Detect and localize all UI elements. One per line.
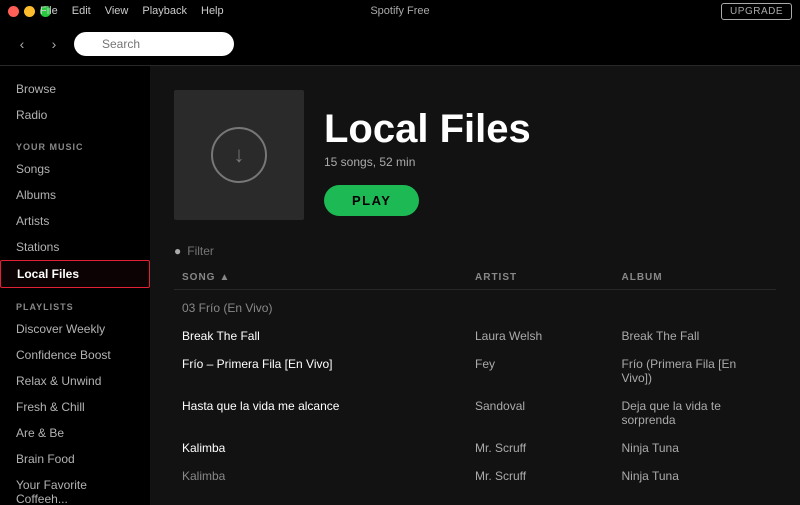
track-header: SONG ▲ ARTIST ALBUM <box>174 266 776 290</box>
search-wrapper: ● <box>74 32 234 56</box>
menu-view[interactable]: View <box>105 5 129 17</box>
song-name: Kalimba <box>182 469 475 483</box>
playlist-title: Local Files <box>324 109 531 149</box>
download-icon: ↓ <box>211 127 267 183</box>
sidebar-item-browse[interactable]: Browse <box>0 76 150 102</box>
album-name: Frío (Primera Fila [En Vivo]) <box>622 357 769 385</box>
song-name: Frío – Primera Fila [En Vivo] <box>182 357 475 385</box>
sidebar-item-fresh-chill[interactable]: Fresh & Chill <box>0 394 150 420</box>
sidebar: Browse Radio YOUR MUSIC Songs Albums Art… <box>0 66 150 505</box>
sidebar-item-artists[interactable]: Artists <box>0 208 150 234</box>
play-button[interactable]: PLAY <box>324 185 419 216</box>
sidebar-item-songs[interactable]: Songs <box>0 156 150 182</box>
filter-input[interactable] <box>187 244 776 258</box>
close-button[interactable] <box>8 6 19 17</box>
song-name: Break The Fall <box>182 329 475 343</box>
track-row[interactable]: Break The Fall Laura Welsh Break The Fal… <box>174 322 776 350</box>
back-button[interactable]: ‹ <box>10 32 34 56</box>
album-name: Deja que la vida te sorprenda <box>622 399 769 427</box>
menu-edit[interactable]: Edit <box>72 5 91 17</box>
album-name: Ninja Tuna <box>622 469 769 483</box>
your-music-label: YOUR MUSIC <box>0 128 150 156</box>
forward-button[interactable]: › <box>42 32 66 56</box>
menu-bar: File Edit View Playback Help <box>40 5 224 17</box>
sidebar-item-are-be[interactable]: Are & Be <box>0 420 150 446</box>
album-name: Ninja Tuna <box>622 441 769 455</box>
artist-name: Fey <box>475 357 622 385</box>
hero-section: ↓ Local Files 15 songs, 52 min PLAY <box>150 66 800 240</box>
upgrade-button[interactable]: UPGRADE <box>721 3 792 20</box>
content-area: ↓ Local Files 15 songs, 52 min PLAY ● SO… <box>150 66 800 505</box>
track-rows: 03 Frío (En Vivo) Break The Fall Laura W… <box>174 294 776 490</box>
track-row[interactable]: Kalimba Mr. Scruff Ninja Tuna <box>174 434 776 462</box>
filter-bar: ● <box>150 240 800 266</box>
album-art: ↓ <box>174 90 304 220</box>
hero-info: Local Files 15 songs, 52 min PLAY <box>324 109 531 220</box>
artist-name <box>475 301 622 315</box>
track-row[interactable]: Frío – Primera Fila [En Vivo] Fey Frío (… <box>174 350 776 392</box>
album-name: Break The Fall <box>622 329 769 343</box>
search-input[interactable] <box>74 32 234 56</box>
artist-name: Sandoval <box>475 399 622 427</box>
playlists-label: PLAYLISTS <box>0 288 150 316</box>
filter-icon: ● <box>174 244 181 258</box>
sidebar-item-brain-food[interactable]: Brain Food <box>0 446 150 472</box>
song-name: Hasta que la vida me alcance <box>182 399 475 427</box>
column-song: SONG ▲ <box>182 272 475 283</box>
menu-file[interactable]: File <box>40 5 58 17</box>
track-row[interactable]: Hasta que la vida me alcance Sandoval De… <box>174 392 776 434</box>
main-layout: Browse Radio YOUR MUSIC Songs Albums Art… <box>0 66 800 505</box>
sidebar-item-relax-unwind[interactable]: Relax & Unwind <box>0 368 150 394</box>
sidebar-item-stations[interactable]: Stations <box>0 234 150 260</box>
sidebar-item-coffeeh[interactable]: Your Favorite Coffeeh... <box>0 472 150 505</box>
artist-name: Laura Welsh <box>475 329 622 343</box>
artist-name: Mr. Scruff <box>475 441 622 455</box>
sort-arrow-icon: ▲ <box>219 272 230 283</box>
column-album: ALBUM <box>622 272 769 283</box>
titlebar: File Edit View Playback Help Spotify Fre… <box>0 0 800 22</box>
minimize-button[interactable] <box>24 6 35 17</box>
column-artist: ARTIST <box>475 272 622 283</box>
menu-playback[interactable]: Playback <box>142 5 187 17</box>
app-title: Spotify Free <box>370 5 429 17</box>
track-row[interactable]: 03 Frío (En Vivo) <box>174 294 776 322</box>
song-name: 03 Frío (En Vivo) <box>182 301 475 315</box>
sidebar-item-albums[interactable]: Albums <box>0 182 150 208</box>
sidebar-item-radio[interactable]: Radio <box>0 102 150 128</box>
menu-help[interactable]: Help <box>201 5 224 17</box>
navbar: ‹ › ● <box>0 22 800 66</box>
playlist-subtitle: 15 songs, 52 min <box>324 155 531 169</box>
track-list: SONG ▲ ARTIST ALBUM 03 Frío (En Vivo) Br… <box>150 266 800 490</box>
song-name: Kalimba <box>182 441 475 455</box>
sidebar-item-confidence-boost[interactable]: Confidence Boost <box>0 342 150 368</box>
sidebar-item-local-files[interactable]: Local Files <box>0 260 150 288</box>
album-name <box>622 301 769 315</box>
track-row[interactable]: Kalimba Mr. Scruff Ninja Tuna <box>174 462 776 490</box>
artist-name: Mr. Scruff <box>475 469 622 483</box>
sidebar-item-discover-weekly[interactable]: Discover Weekly <box>0 316 150 342</box>
